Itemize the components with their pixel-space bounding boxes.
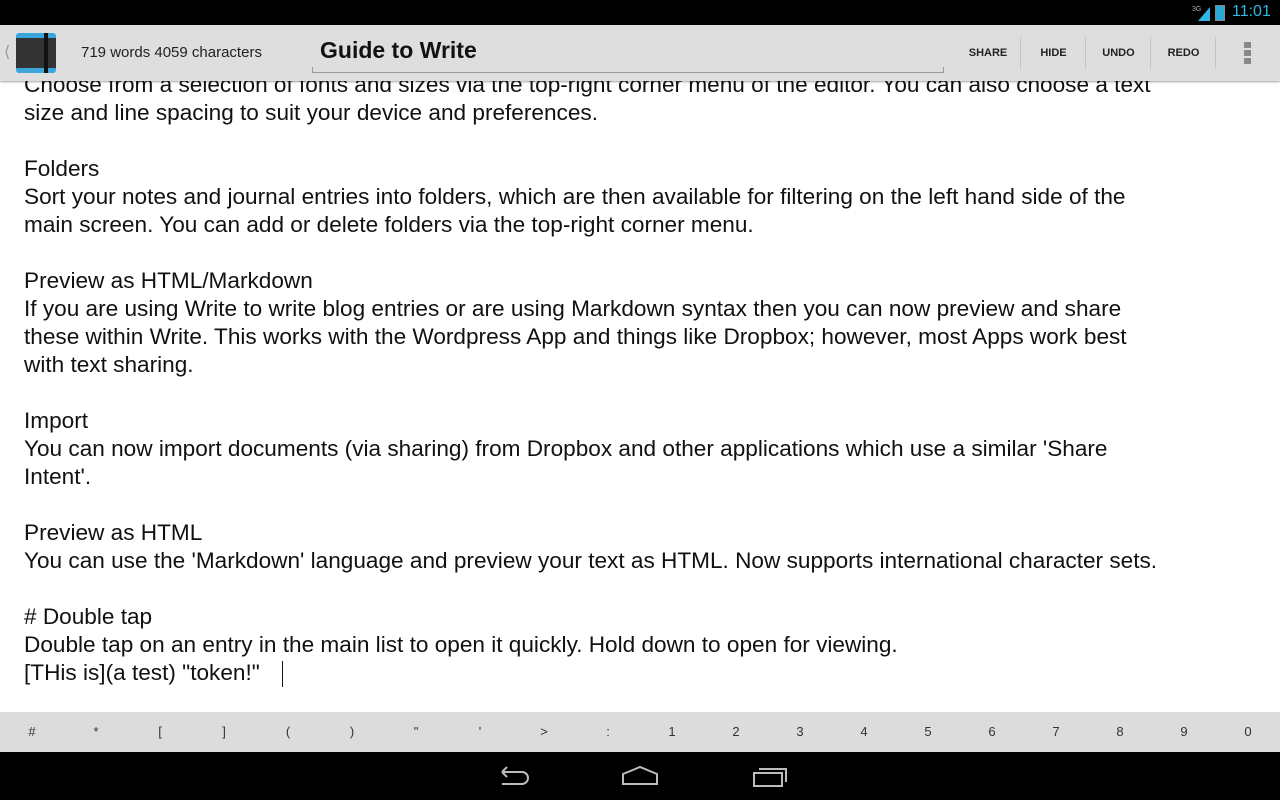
symbol-key[interactable]: 7 [1024, 712, 1088, 752]
hide-button[interactable]: HIDE [1021, 25, 1086, 81]
symbol-key[interactable]: ] [192, 712, 256, 752]
text-line: You can use the 'Markdown' language and … [24, 547, 1280, 575]
text-line: Preview as HTML [24, 519, 1280, 547]
text-line [24, 575, 1280, 603]
title-input[interactable]: Guide to Write [312, 37, 944, 73]
line-text: You can now import documents (via sharin… [24, 436, 1108, 461]
text-line: [THis is](a test) "token!" [24, 659, 1280, 688]
text-line: Folders [24, 155, 1280, 183]
line-text: Sort your notes and journal entries into… [24, 184, 1126, 209]
text-line: Preview as HTML/Markdown [24, 267, 1280, 295]
back-chevron-icon[interactable]: ⟨ [4, 42, 10, 62]
symbol-key[interactable]: 3 [768, 712, 832, 752]
navigation-bar [0, 752, 1280, 800]
word-count: 719 words 4059 characters [81, 44, 262, 61]
share-button[interactable]: SHARE [955, 25, 1021, 81]
text-line: size and line spacing to suit your devic… [24, 99, 1280, 127]
line-text: these within Write. This works with the … [24, 324, 1127, 349]
symbol-key[interactable]: > [512, 712, 576, 752]
line-text: Double tap on an entry in the main list … [24, 632, 898, 657]
symbol-key-row: # *[]() " ' >:1 2 3 4 5 6 7 8 9 0 [0, 712, 1280, 752]
editor-textarea[interactable]: Choose from a selection of fonts and siz… [24, 71, 1280, 688]
symbol-key[interactable]: 9 [1152, 712, 1216, 752]
svg-text:3G: 3G [1192, 6, 1201, 13]
symbol-key[interactable]: * [64, 712, 128, 752]
symbol-key[interactable]: 4 [832, 712, 896, 752]
text-line: main screen. You can add or delete folde… [24, 211, 1280, 239]
symbol-key[interactable]: " [384, 712, 448, 752]
recent-apps-icon[interactable] [750, 764, 790, 788]
line-text: Preview as HTML/Markdown [24, 268, 313, 293]
app-logo-icon[interactable] [16, 33, 56, 73]
text-line: these within Write. This works with the … [24, 323, 1280, 351]
signal-icon: 3G [1192, 6, 1210, 21]
text-line: If you are using Write to write blog ent… [24, 295, 1280, 323]
line-text: with text sharing. [24, 352, 194, 377]
battery-icon [1215, 5, 1225, 21]
status-bar: 3G 11:01 [0, 0, 1280, 25]
text-line [24, 379, 1280, 407]
text-line [24, 127, 1280, 155]
line-text: size and line spacing to suit your devic… [24, 100, 598, 125]
symbol-key[interactable]: 1 [640, 712, 704, 752]
line-text: # Double tap [24, 604, 153, 629]
divider [1215, 37, 1216, 69]
line-text: Preview as HTML [24, 520, 203, 545]
text-line: Import [24, 407, 1280, 435]
line-text: [THis is](a test) "token!" [24, 660, 260, 685]
line-text: Intent'. [24, 464, 92, 489]
symbol-key[interactable]: ) [320, 712, 384, 752]
overflow-menu-icon[interactable] [1244, 42, 1251, 64]
symbol-key[interactable]: ' [448, 712, 512, 752]
undo-button[interactable]: UNDO [1086, 25, 1151, 81]
symbol-key[interactable]: 2 [704, 712, 768, 752]
symbol-key[interactable]: : [576, 712, 640, 752]
text-line: # Double tap [24, 603, 1280, 631]
text-line: Sort your notes and journal entries into… [24, 183, 1280, 211]
back-icon[interactable] [494, 764, 530, 788]
home-icon[interactable] [620, 764, 660, 788]
line-text: If you are using Write to write blog ent… [24, 296, 1122, 321]
symbol-key[interactable]: 6 [960, 712, 1024, 752]
text-line: Double tap on an entry in the main list … [24, 631, 1280, 659]
text-line: Intent'. [24, 463, 1280, 491]
text-line [24, 239, 1280, 267]
line-text: Import [24, 408, 89, 433]
symbol-key[interactable]: 0 [1216, 712, 1280, 752]
action-bar: ⟨ 719 words 4059 characters Guide to Wri… [0, 25, 1280, 81]
symbol-key[interactable]: [ [128, 712, 192, 752]
line-text: main screen. You can add or delete folde… [24, 212, 754, 237]
text-line: with text sharing. [24, 351, 1280, 379]
text-line: You can now import documents (via sharin… [24, 435, 1280, 463]
clock: 11:01 [1232, 3, 1271, 20]
line-text: You can use the 'Markdown' language and … [24, 548, 1158, 573]
symbol-key[interactable]: 5 [896, 712, 960, 752]
redo-button[interactable]: REDO [1151, 25, 1216, 81]
symbol-key[interactable]: 8 [1088, 712, 1152, 752]
line-text: Folders [24, 156, 100, 181]
text-line [24, 491, 1280, 519]
symbol-key[interactable]: # [0, 712, 64, 752]
text-cursor [281, 661, 283, 688]
symbol-key[interactable]: ( [256, 712, 320, 752]
